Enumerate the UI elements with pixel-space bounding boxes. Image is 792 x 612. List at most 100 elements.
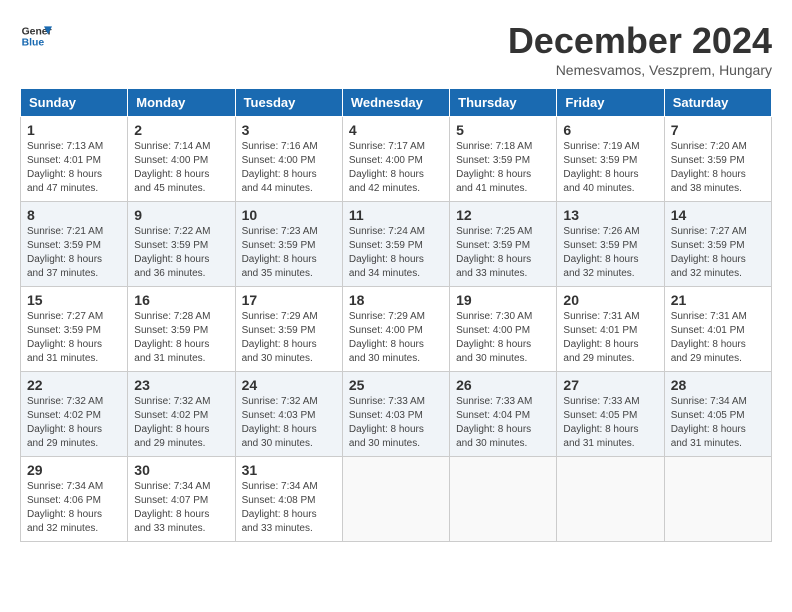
day-number: 16 (134, 292, 228, 308)
day-info: Sunrise: 7:19 AM Sunset: 3:59 PM Dayligh… (563, 140, 657, 196)
day-info: Sunrise: 7:27 AM Sunset: 3:59 PM Dayligh… (27, 310, 121, 366)
calendar-cell: 21Sunrise: 7:31 AM Sunset: 4:01 PM Dayli… (664, 287, 771, 372)
day-info: Sunrise: 7:29 AM Sunset: 4:00 PM Dayligh… (349, 310, 443, 366)
calendar-cell: 3Sunrise: 7:16 AM Sunset: 4:00 PM Daylig… (235, 117, 342, 202)
calendar-cell: 10 Sunrise: 7:23 AM Sunset: 3:59 PM Dayli… (235, 202, 342, 287)
weekday-header: Friday (557, 89, 664, 117)
logo: General Blue (20, 20, 52, 52)
day-info: Sunrise: 7:31 AM Sunset: 4:01 PM Dayligh… (563, 310, 657, 366)
day-number: 27 (563, 377, 657, 393)
day-number: 30 (134, 462, 228, 478)
day-info: Sunrise: 7:33 AM Sunset: 4:04 PM Dayligh… (456, 395, 550, 451)
day-info: Sunrise: 7:21 AM Sunset: 3:59 PM Dayligh… (27, 225, 121, 281)
calendar-body: 1 Sunrise: 7:13 AM Sunset: 4:01 PM Daylig… (21, 117, 772, 542)
day-info: Sunrise: 7:32 AM Sunset: 4:02 PM Dayligh… (134, 395, 228, 451)
calendar-cell: 13Sunrise: 7:26 AM Sunset: 3:59 PM Dayli… (557, 202, 664, 287)
day-info: Sunrise: 7:26 AM Sunset: 3:59 PM Dayligh… (563, 225, 657, 281)
day-number: 25 (349, 377, 443, 393)
location-subtitle: Nemesvamos, Veszprem, Hungary (508, 62, 772, 78)
day-number: 2 (134, 122, 228, 138)
day-number: 29 (27, 462, 121, 478)
calendar-cell: 16 Sunrise: 7:28 AM Sunset: 3:59 PM Dayli… (128, 287, 235, 372)
calendar-cell: 27 Sunrise: 7:33 AM Sunset: 4:05 PM Dayli… (557, 372, 664, 457)
day-info: Sunrise: 7:25 AM Sunset: 3:59 PM Dayligh… (456, 225, 550, 281)
calendar-cell: 6 Sunrise: 7:19 AM Sunset: 3:59 PM Daylig… (557, 117, 664, 202)
day-info: Sunrise: 7:34 AM Sunset: 4:05 PM Dayligh… (671, 395, 765, 451)
day-info: Sunrise: 7:33 AM Sunset: 4:05 PM Dayligh… (563, 395, 657, 451)
month-title: December 2024 (508, 20, 772, 62)
day-number: 5 (456, 122, 550, 138)
day-number: 22 (27, 377, 121, 393)
day-number: 15 (27, 292, 121, 308)
calendar-cell: 25 Sunrise: 7:33 AM Sunset: 4:03 PM Dayli… (342, 372, 449, 457)
day-number: 24 (242, 377, 336, 393)
calendar-cell: 5 Sunrise: 7:18 AM Sunset: 3:59 PM Daylig… (450, 117, 557, 202)
calendar-cell: 31Sunrise: 7:34 AM Sunset: 4:08 PM Dayli… (235, 457, 342, 542)
calendar-cell: 4 Sunrise: 7:17 AM Sunset: 4:00 PM Daylig… (342, 117, 449, 202)
day-number: 21 (671, 292, 765, 308)
day-number: 20 (563, 292, 657, 308)
calendar-week-row: 1 Sunrise: 7:13 AM Sunset: 4:01 PM Daylig… (21, 117, 772, 202)
calendar-cell: 8 Sunrise: 7:21 AM Sunset: 3:59 PM Daylig… (21, 202, 128, 287)
day-info: Sunrise: 7:34 AM Sunset: 4:06 PM Dayligh… (27, 480, 121, 536)
day-info: Sunrise: 7:34 AM Sunset: 4:07 PM Dayligh… (134, 480, 228, 536)
day-number: 4 (349, 122, 443, 138)
calendar-cell: 1 Sunrise: 7:13 AM Sunset: 4:01 PM Daylig… (21, 117, 128, 202)
day-info: Sunrise: 7:34 AM Sunset: 4:08 PM Dayligh… (242, 480, 336, 536)
calendar-cell (342, 457, 449, 542)
weekday-header: Wednesday (342, 89, 449, 117)
day-info: Sunrise: 7:32 AM Sunset: 4:03 PM Dayligh… (242, 395, 336, 451)
calendar-cell: 23Sunrise: 7:32 AM Sunset: 4:02 PM Dayli… (128, 372, 235, 457)
weekday-header: Thursday (450, 89, 557, 117)
day-info: Sunrise: 7:23 AM Sunset: 3:59 PM Dayligh… (242, 225, 336, 281)
day-number: 10 (242, 207, 336, 223)
weekday-header: Sunday (21, 89, 128, 117)
day-number: 28 (671, 377, 765, 393)
calendar-cell (664, 457, 771, 542)
day-info: Sunrise: 7:29 AM Sunset: 3:59 PM Dayligh… (242, 310, 336, 366)
calendar-cell: 9 Sunrise: 7:22 AM Sunset: 3:59 PM Daylig… (128, 202, 235, 287)
day-info: Sunrise: 7:18 AM Sunset: 3:59 PM Dayligh… (456, 140, 550, 196)
day-number: 26 (456, 377, 550, 393)
day-info: Sunrise: 7:17 AM Sunset: 4:00 PM Dayligh… (349, 140, 443, 196)
day-info: Sunrise: 7:24 AM Sunset: 3:59 PM Dayligh… (349, 225, 443, 281)
day-info: Sunrise: 7:28 AM Sunset: 3:59 PM Dayligh… (134, 310, 228, 366)
logo-icon: General Blue (20, 20, 52, 52)
calendar-cell: 28 Sunrise: 7:34 AM Sunset: 4:05 PM Dayli… (664, 372, 771, 457)
day-info: Sunrise: 7:30 AM Sunset: 4:00 PM Dayligh… (456, 310, 550, 366)
day-info: Sunrise: 7:32 AM Sunset: 4:02 PM Dayligh… (27, 395, 121, 451)
calendar-table: SundayMondayTuesdayWednesdayThursdayFrid… (20, 88, 772, 542)
day-number: 17 (242, 292, 336, 308)
day-info: Sunrise: 7:14 AM Sunset: 4:00 PM Dayligh… (134, 140, 228, 196)
day-number: 1 (27, 122, 121, 138)
title-block: December 2024 Nemesvamos, Veszprem, Hung… (508, 20, 772, 78)
calendar-cell: 14 Sunrise: 7:27 AM Sunset: 3:59 PM Dayli… (664, 202, 771, 287)
day-number: 7 (671, 122, 765, 138)
day-number: 8 (27, 207, 121, 223)
day-number: 12 (456, 207, 550, 223)
day-number: 14 (671, 207, 765, 223)
svg-text:Blue: Blue (22, 38, 45, 49)
page-header: General Blue December 2024 Nemesvamos, V… (20, 20, 772, 78)
day-info: Sunrise: 7:16 AM Sunset: 4:00 PM Dayligh… (242, 140, 336, 196)
calendar-week-row: 29 Sunrise: 7:34 AM Sunset: 4:06 PM Dayli… (21, 457, 772, 542)
day-number: 6 (563, 122, 657, 138)
calendar-cell: 22 Sunrise: 7:32 AM Sunset: 4:02 PM Dayli… (21, 372, 128, 457)
day-number: 9 (134, 207, 228, 223)
day-info: Sunrise: 7:13 AM Sunset: 4:01 PM Dayligh… (27, 140, 121, 196)
calendar-cell: 17 Sunrise: 7:29 AM Sunset: 3:59 PM Dayli… (235, 287, 342, 372)
weekday-header: Saturday (664, 89, 771, 117)
calendar-cell: 29 Sunrise: 7:34 AM Sunset: 4:06 PM Dayli… (21, 457, 128, 542)
day-info: Sunrise: 7:22 AM Sunset: 3:59 PM Dayligh… (134, 225, 228, 281)
calendar-cell: 11Sunrise: 7:24 AM Sunset: 3:59 PM Dayli… (342, 202, 449, 287)
calendar-cell: 18 Sunrise: 7:29 AM Sunset: 4:00 PM Dayli… (342, 287, 449, 372)
calendar-week-row: 8 Sunrise: 7:21 AM Sunset: 3:59 PM Daylig… (21, 202, 772, 287)
day-info: Sunrise: 7:20 AM Sunset: 3:59 PM Dayligh… (671, 140, 765, 196)
calendar-week-row: 15 Sunrise: 7:27 AM Sunset: 3:59 PM Dayli… (21, 287, 772, 372)
day-info: Sunrise: 7:33 AM Sunset: 4:03 PM Dayligh… (349, 395, 443, 451)
calendar-cell (557, 457, 664, 542)
day-info: Sunrise: 7:27 AM Sunset: 3:59 PM Dayligh… (671, 225, 765, 281)
calendar-cell: 2 Sunrise: 7:14 AM Sunset: 4:00 PM Daylig… (128, 117, 235, 202)
weekday-header: Tuesday (235, 89, 342, 117)
day-number: 18 (349, 292, 443, 308)
